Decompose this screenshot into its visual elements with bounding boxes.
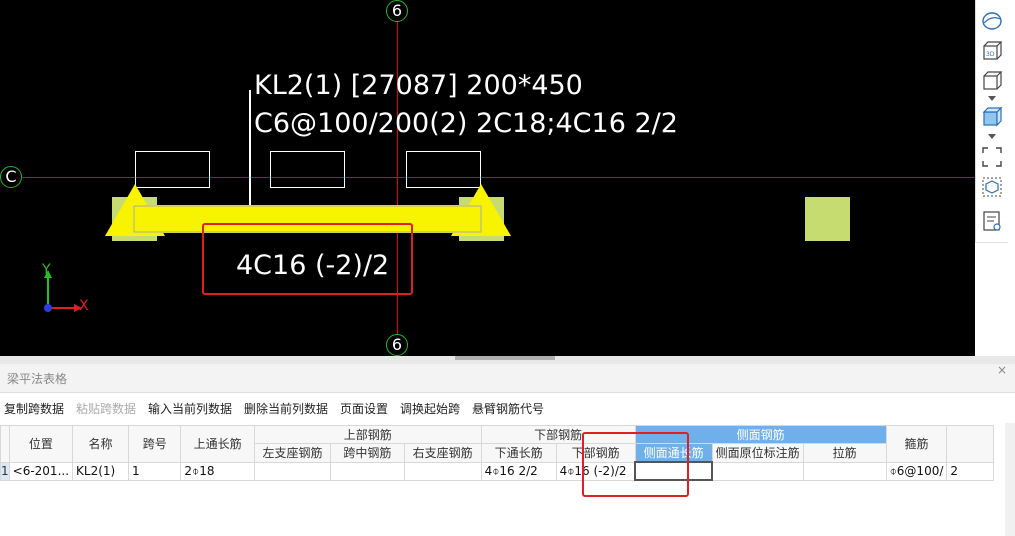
ucs-x-label: X xyxy=(79,298,89,314)
swap-start-button[interactable]: 调换起始跨 xyxy=(400,400,460,417)
cell-left-support[interactable] xyxy=(253,461,332,481)
cantilever-code-button[interactable]: 悬臂钢筋代号 xyxy=(472,400,544,417)
header-name: 名称 xyxy=(72,425,130,463)
panel-title: 梁平法表格 xyxy=(7,372,68,386)
delete-column-button[interactable]: 删除当前列数据 xyxy=(244,400,328,417)
cell-top-through[interactable]: 2⌽18 xyxy=(180,461,255,481)
svg-text:3D: 3D xyxy=(986,51,995,58)
splitter-grip[interactable] xyxy=(455,356,555,360)
vertical-scrollbar[interactable] xyxy=(1005,423,1015,536)
page-setup-button[interactable]: 页面设置 xyxy=(340,400,388,417)
row-number[interactable]: 1 xyxy=(0,461,10,481)
3d-view-icon[interactable]: 3D xyxy=(981,40,1003,62)
cell-stirrup[interactable]: ⌽6@100/ xyxy=(885,461,948,481)
header-left-support: 左支座钢筋 xyxy=(253,443,332,463)
beam-bottom-annotation: 4C16 (-2)/2 xyxy=(236,250,390,281)
bottom-bar-highlight xyxy=(582,432,689,497)
fullscreen-icon[interactable] xyxy=(981,146,1003,168)
panel-header: 梁平法表格 × xyxy=(0,363,1015,393)
beam-table: 位置 名称 跨号 上通长筋 上部钢筋 下部钢筋 侧面钢筋 箍筋 左支座钢筋 跨中… xyxy=(0,425,1015,481)
box-view-icon[interactable] xyxy=(981,70,1003,92)
beam-table-panel: 梁平法表格 × 复制跨数据 粘贴跨数据 输入当前列数据 删除当前列数据 页面设置… xyxy=(0,363,1015,536)
cell-name[interactable]: KL2(1) xyxy=(72,461,130,481)
header-right-support: 右支座钢筋 xyxy=(403,443,482,463)
header-position: 位置 xyxy=(8,425,74,463)
cell-side-annot[interactable] xyxy=(711,461,804,481)
globe-icon[interactable] xyxy=(981,10,1003,32)
view-toolbar: 3D xyxy=(975,0,1008,243)
cell-right-support[interactable] xyxy=(403,461,482,481)
header-side-annot: 侧面原位标注筋 xyxy=(711,443,804,463)
header-bottom-through: 下通长筋 xyxy=(480,443,557,463)
cell-extra[interactable]: 2 xyxy=(946,461,994,481)
cell-tie[interactable] xyxy=(802,461,887,481)
header-rownum xyxy=(0,425,10,463)
cell-mid-span[interactable] xyxy=(330,461,405,481)
box-blue-icon[interactable] xyxy=(981,106,1003,128)
header-span-no: 跨号 xyxy=(128,425,182,463)
beam-supports xyxy=(105,184,511,236)
chevron-down-icon[interactable] xyxy=(988,96,996,102)
header-top-group: 上部钢筋 xyxy=(253,425,482,444)
cell-span-no[interactable]: 1 xyxy=(128,461,182,481)
properties-icon[interactable] xyxy=(981,210,1003,232)
header-mid-span: 跨中钢筋 xyxy=(330,443,405,463)
select-box-icon[interactable] xyxy=(981,176,1003,198)
header-extra xyxy=(946,425,994,463)
cell-bottom-through[interactable]: 4⌽16 2/2 xyxy=(480,461,557,481)
copy-span-button[interactable]: 复制跨数据 xyxy=(4,400,64,417)
cell-position[interactable]: <6-201... xyxy=(8,461,74,481)
header-stirrup: 箍筋 xyxy=(885,425,948,463)
support-triangle-left xyxy=(105,184,165,236)
paste-span-button[interactable]: 粘贴跨数据 xyxy=(76,400,136,417)
ucs-y-label: Y xyxy=(42,262,51,278)
close-icon[interactable]: × xyxy=(997,363,1007,377)
header-top-through: 上通长筋 xyxy=(180,425,255,463)
chevron-down-icon[interactable] xyxy=(988,134,996,140)
header-tie: 拉筋 xyxy=(802,443,887,463)
cad-viewport[interactable]: 6 6 C KL2(1) [27087] 200*450 C6@100/200(… xyxy=(0,0,975,356)
table-row[interactable]: 1 <6-201... KL2(1) 1 2⌽18 4⌽16 2/2 4⌽16 … xyxy=(0,461,1015,481)
input-column-button[interactable]: 输入当前列数据 xyxy=(148,400,232,417)
